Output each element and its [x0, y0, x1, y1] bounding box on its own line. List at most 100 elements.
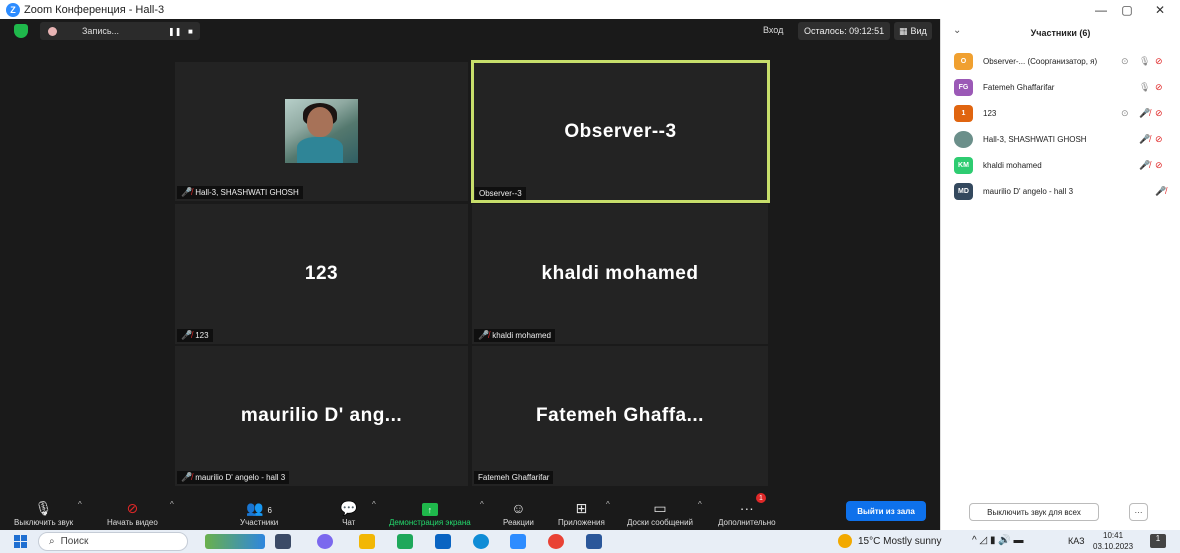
clock-time[interactable]: 10:41	[1103, 531, 1123, 540]
weather-sun-icon[interactable]	[838, 534, 852, 548]
more-badge: 1	[756, 493, 766, 503]
video-tile[interactable]: 123 🎤̸ 123	[175, 204, 468, 344]
mute-label: Выключить звук	[14, 518, 74, 527]
participant-name: khaldi mohamed	[983, 160, 1042, 170]
more-button[interactable]: ··· 1 Дополнительно	[718, 493, 776, 530]
audio-options-chevron-icon[interactable]: ^	[78, 500, 82, 509]
video-off-icon[interactable]: ⊘	[1155, 160, 1163, 171]
video-tile[interactable]: 🎤̸ Hall-3, SHASHWATI GHOSH	[175, 62, 468, 201]
chrome-icon[interactable]	[548, 534, 564, 549]
mic-on-icon[interactable]: 🎙	[1139, 56, 1150, 67]
share-screen-icon: ↑	[421, 503, 438, 516]
video-label: Начать видео	[107, 518, 158, 527]
meeting-area: Запись... ❚❚ ■ Вход Осталось: 09:12:51 ▦…	[0, 19, 940, 530]
tile-display-name: Observer--3	[564, 120, 677, 142]
tile-name-label: Observer--3	[479, 189, 522, 198]
start-video-button[interactable]: ⊘ Начать видео	[107, 494, 158, 530]
apps-button[interactable]: ⊞ Приложения	[558, 494, 605, 530]
zoom-app-icon[interactable]	[510, 534, 526, 549]
whiteboards-label: Доски сообщений	[627, 518, 694, 527]
chat-app-icon[interactable]	[317, 534, 333, 549]
share-label: Демонстрация экрана	[389, 518, 471, 527]
participant-avatar: MD	[954, 182, 973, 200]
video-off-icon[interactable]: ⊘	[1155, 108, 1163, 119]
video-tile[interactable]: khaldi mohamed 🎤̸ khaldi mohamed	[472, 204, 768, 344]
tray-icons[interactable]: ^ ◿ ▮ 🔊 ▬	[972, 535, 1023, 546]
video-options-chevron-icon[interactable]: ^	[170, 500, 174, 509]
participant-avatar-photo	[954, 130, 973, 148]
close-button[interactable]: ✕	[1145, 0, 1175, 19]
windows-start-icon[interactable]	[14, 535, 27, 548]
mute-button[interactable]: 🎙 Выключить звук	[14, 494, 73, 530]
mic-muted-icon[interactable]: 🎤̸	[1139, 160, 1150, 171]
enter-label[interactable]: Вход	[763, 25, 783, 35]
meeting-toolbar: 🎙 Выключить звук ^ ⊘ Начать видео ^ 👥 6 …	[0, 493, 940, 530]
participants-button[interactable]: 👥 6 Участники	[240, 494, 278, 530]
task-view-icon[interactable]	[275, 534, 291, 549]
whiteboards-options-chevron-icon[interactable]: ^	[698, 500, 702, 509]
stop-recording-button[interactable]: ■	[188, 27, 193, 36]
whiteboards-button[interactable]: ▭ Доски сообщений	[627, 494, 693, 530]
word-icon[interactable]	[586, 534, 602, 549]
participant-avatar: 1	[954, 104, 973, 122]
edge-browser-icon[interactable]	[473, 534, 489, 549]
participant-row[interactable]: Hall-3, SHASHWATI GHOSH 🎤̸ ⊘	[941, 126, 1180, 152]
video-off-icon[interactable]: ⊘	[1155, 56, 1163, 67]
file-explorer-icon[interactable]	[359, 534, 375, 549]
mic-muted-icon[interactable]: 🎤̸	[1139, 134, 1150, 145]
video-off-icon[interactable]: ⊘	[1155, 82, 1163, 93]
participant-row[interactable]: KM khaldi mohamed 🎤̸ ⊘	[941, 152, 1180, 178]
participant-avatar: KM	[954, 156, 973, 174]
mail-icon[interactable]	[435, 534, 451, 549]
participant-avatar: FG	[954, 78, 973, 96]
participant-row[interactable]: FG Fatemeh Ghaffarifar 🎙 ⊘	[941, 74, 1180, 100]
tile-name-label: Fatemeh Ghaffarifar	[478, 473, 550, 482]
participant-photo	[285, 99, 358, 163]
panel-title: Участники (6)	[1030, 28, 1091, 38]
tile-name-tag: 🎤̸ khaldi mohamed	[474, 329, 555, 342]
tile-display-name: Fatemeh Ghaffa...	[536, 405, 704, 426]
video-tile-active-speaker[interactable]: Observer--3 Observer--3	[471, 60, 770, 203]
mic-muted-icon[interactable]: 🎤̸	[1155, 186, 1166, 197]
notifications-icon[interactable]: 1	[1150, 534, 1166, 548]
share-screen-button[interactable]: ↑ Демонстрация экрана	[389, 494, 471, 530]
panel-more-button[interactable]: ···	[1129, 503, 1148, 521]
participant-name: maurilio D' angelo - hall 3	[983, 186, 1074, 196]
participant-row[interactable]: 1 123 ⊙ 🎤̸ ⊘	[941, 100, 1180, 126]
share-options-chevron-icon[interactable]: ^	[480, 500, 484, 509]
security-shield-icon[interactable]	[14, 24, 28, 38]
search-placeholder: Поиск	[60, 536, 89, 547]
reactions-button[interactable]: ☺ Реакции	[503, 494, 534, 530]
mic-muted-icon[interactable]: 🎤̸	[1139, 108, 1150, 119]
store-icon[interactable]	[397, 534, 413, 549]
apps-icon: ⊞	[575, 500, 588, 516]
mic-on-icon[interactable]: 🎙	[1139, 82, 1150, 93]
tile-name-tag: Fatemeh Ghaffarifar	[474, 471, 554, 484]
chat-icon: 💬	[340, 500, 358, 516]
landscape-widget-icon[interactable]	[205, 534, 265, 549]
taskbar-search[interactable]: ⌕ Поиск	[38, 532, 188, 551]
chat-button[interactable]: 💬 Чат	[340, 494, 357, 530]
meeting-top-bar: Запись... ❚❚ ■ Вход Осталось: 09:12:51 ▦…	[0, 19, 940, 43]
video-tile[interactable]: maurilio D' ang... 🎤̸ maurilio D' angelo…	[175, 346, 468, 486]
apps-options-chevron-icon[interactable]: ^	[606, 500, 610, 509]
reactions-icon: ☺	[511, 500, 526, 516]
mic-muted-icon: 🎤̸	[478, 330, 490, 340]
language-indicator[interactable]: КАЗ	[1068, 536, 1085, 546]
pause-recording-button[interactable]: ❚❚	[168, 27, 181, 36]
chat-options-chevron-icon[interactable]: ^	[372, 500, 376, 509]
weather-text[interactable]: 15°C Mostly sunny	[858, 536, 941, 547]
reactions-label: Реакции	[503, 518, 534, 527]
maximize-button[interactable]: ▢	[1112, 0, 1142, 19]
video-off-icon[interactable]: ⊘	[1155, 134, 1163, 145]
participant-row[interactable]: MD maurilio D' angelo - hall 3 🎤̸	[941, 178, 1180, 204]
leave-room-button[interactable]: Выйти из зала	[846, 501, 926, 521]
search-icon: ⌕	[49, 536, 55, 547]
participant-row[interactable]: O Observer-... (Соорганизатор, я) ⊙ 🎙 ⊘	[941, 48, 1180, 74]
view-button[interactable]: ▦ Вид	[894, 22, 932, 40]
video-tile[interactable]: Fatemeh Ghaffa... Fatemeh Ghaffarifar	[472, 346, 768, 486]
mute-all-button[interactable]: Выключить звук для всех	[969, 503, 1099, 521]
clock-date[interactable]: 03.10.2023	[1093, 542, 1133, 551]
more-label: Дополнительно	[718, 518, 776, 527]
mic-muted-icon: 🎤̸	[181, 330, 193, 340]
